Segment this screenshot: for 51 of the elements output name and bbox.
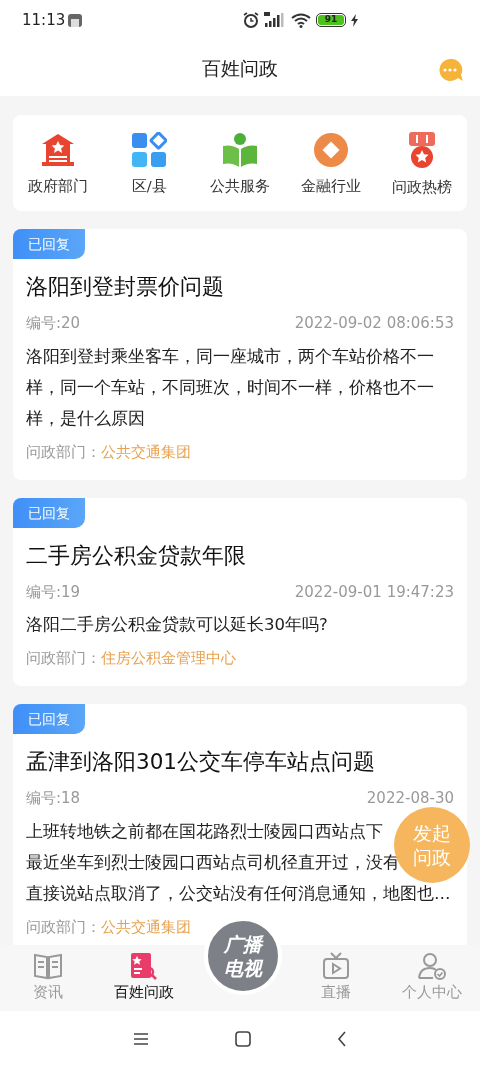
coin-icon — [312, 132, 349, 169]
post-number: 编号:19 — [26, 581, 81, 603]
battery-indicator: 91 — [316, 13, 346, 27]
post-body-line: 样，是什么原因 — [26, 407, 145, 430]
signal-icon — [264, 12, 286, 28]
home-icon[interactable] — [235, 1031, 251, 1047]
post-card[interactable]: 已回复 二手房公积金贷款年限 编号:19 2022-09-01 19:47:23 洛阳二手房公积金贷款可以延长30年吗? 问政部门：住房公积金管理中心 — [13, 497, 467, 686]
tv-play-icon — [322, 952, 350, 981]
charging-icon — [351, 13, 358, 27]
grid-icon — [131, 132, 168, 169]
post-date: 2022-09-01 19:47:23 — [294, 581, 454, 603]
post-body-line: 上班转地铁之前都在国花路烈士陵园口西站点下 — [26, 820, 383, 843]
post-date: 2022-08-30 — [366, 788, 454, 809]
category-item[interactable]: 金融行业 — [285, 128, 377, 198]
department-label: 问政部门： — [26, 442, 101, 461]
building-icon — [40, 132, 77, 169]
book-person-icon — [222, 132, 258, 169]
avatar-icon — [68, 13, 83, 27]
post-title: 洛阳到登封票价问题 — [26, 273, 225, 301]
book-icon — [33, 952, 63, 981]
post-date: 2022-09-02 08:06:53 — [294, 313, 454, 334]
post-number: 编号:20 — [26, 313, 81, 334]
status-badge: 已回复 — [13, 704, 85, 734]
clock-time: 11:13 — [22, 9, 66, 31]
post-body-line: 直接说站点取消了，公交站没有任何消息通知，地图也… — [26, 882, 451, 905]
department-label: 问政部门： — [26, 649, 101, 667]
menu-icon[interactable] — [133, 1032, 149, 1046]
category-item[interactable]: 政府部门 — [13, 128, 104, 198]
status-badge: 已回复 — [13, 229, 85, 259]
post-title: 孟津到洛阳301公交车停车站点问题 — [26, 748, 377, 776]
nav-tab[interactable]: 百姓问政 — [96, 952, 192, 1004]
department-name: 住房公积金管理中心 — [101, 649, 236, 667]
post-body-line: 洛阳二手房公积金贷款可以延长30年吗? — [26, 614, 328, 636]
wifi-icon — [291, 12, 311, 28]
department-label: 问政部门： — [26, 917, 101, 936]
post-number: 编号:18 — [26, 788, 81, 809]
post-body-line: 样，同一个车站，不同班次，时间不一样，价格也不一 — [26, 376, 434, 399]
back-icon[interactable] — [337, 1031, 347, 1047]
category-item[interactable]: 问政热榜 — [376, 127, 467, 199]
post-body-line: 洛阳到登封乘坐客车，同一座城市，两个车站价格不一 — [26, 345, 434, 368]
alarm-icon — [243, 12, 259, 28]
department-name: 公共交通集团 — [101, 917, 191, 936]
category-item[interactable]: 区/县 — [103, 128, 195, 198]
page-title: 百姓问政 — [202, 55, 278, 81]
user-check-icon — [417, 952, 447, 981]
department-name: 公共交通集团 — [101, 442, 191, 461]
post-card[interactable]: 已回复 洛阳到登封票价问题 编号:20 2022-09-02 08:06:53 洛阳到登封乘坐客车，同一座城市，两个车站价格不一 样，同一个车站，不同班次，时间不一样，价格也不一 样，是什么原因 问政部门：公共交通集团 — [13, 229, 467, 480]
status-badge: 已回复 — [13, 497, 85, 528]
document-search-icon — [130, 952, 158, 981]
post-title: 二手房公积金贷款年限 — [26, 541, 247, 570]
category-item[interactable]: 公共服务 — [194, 128, 286, 198]
